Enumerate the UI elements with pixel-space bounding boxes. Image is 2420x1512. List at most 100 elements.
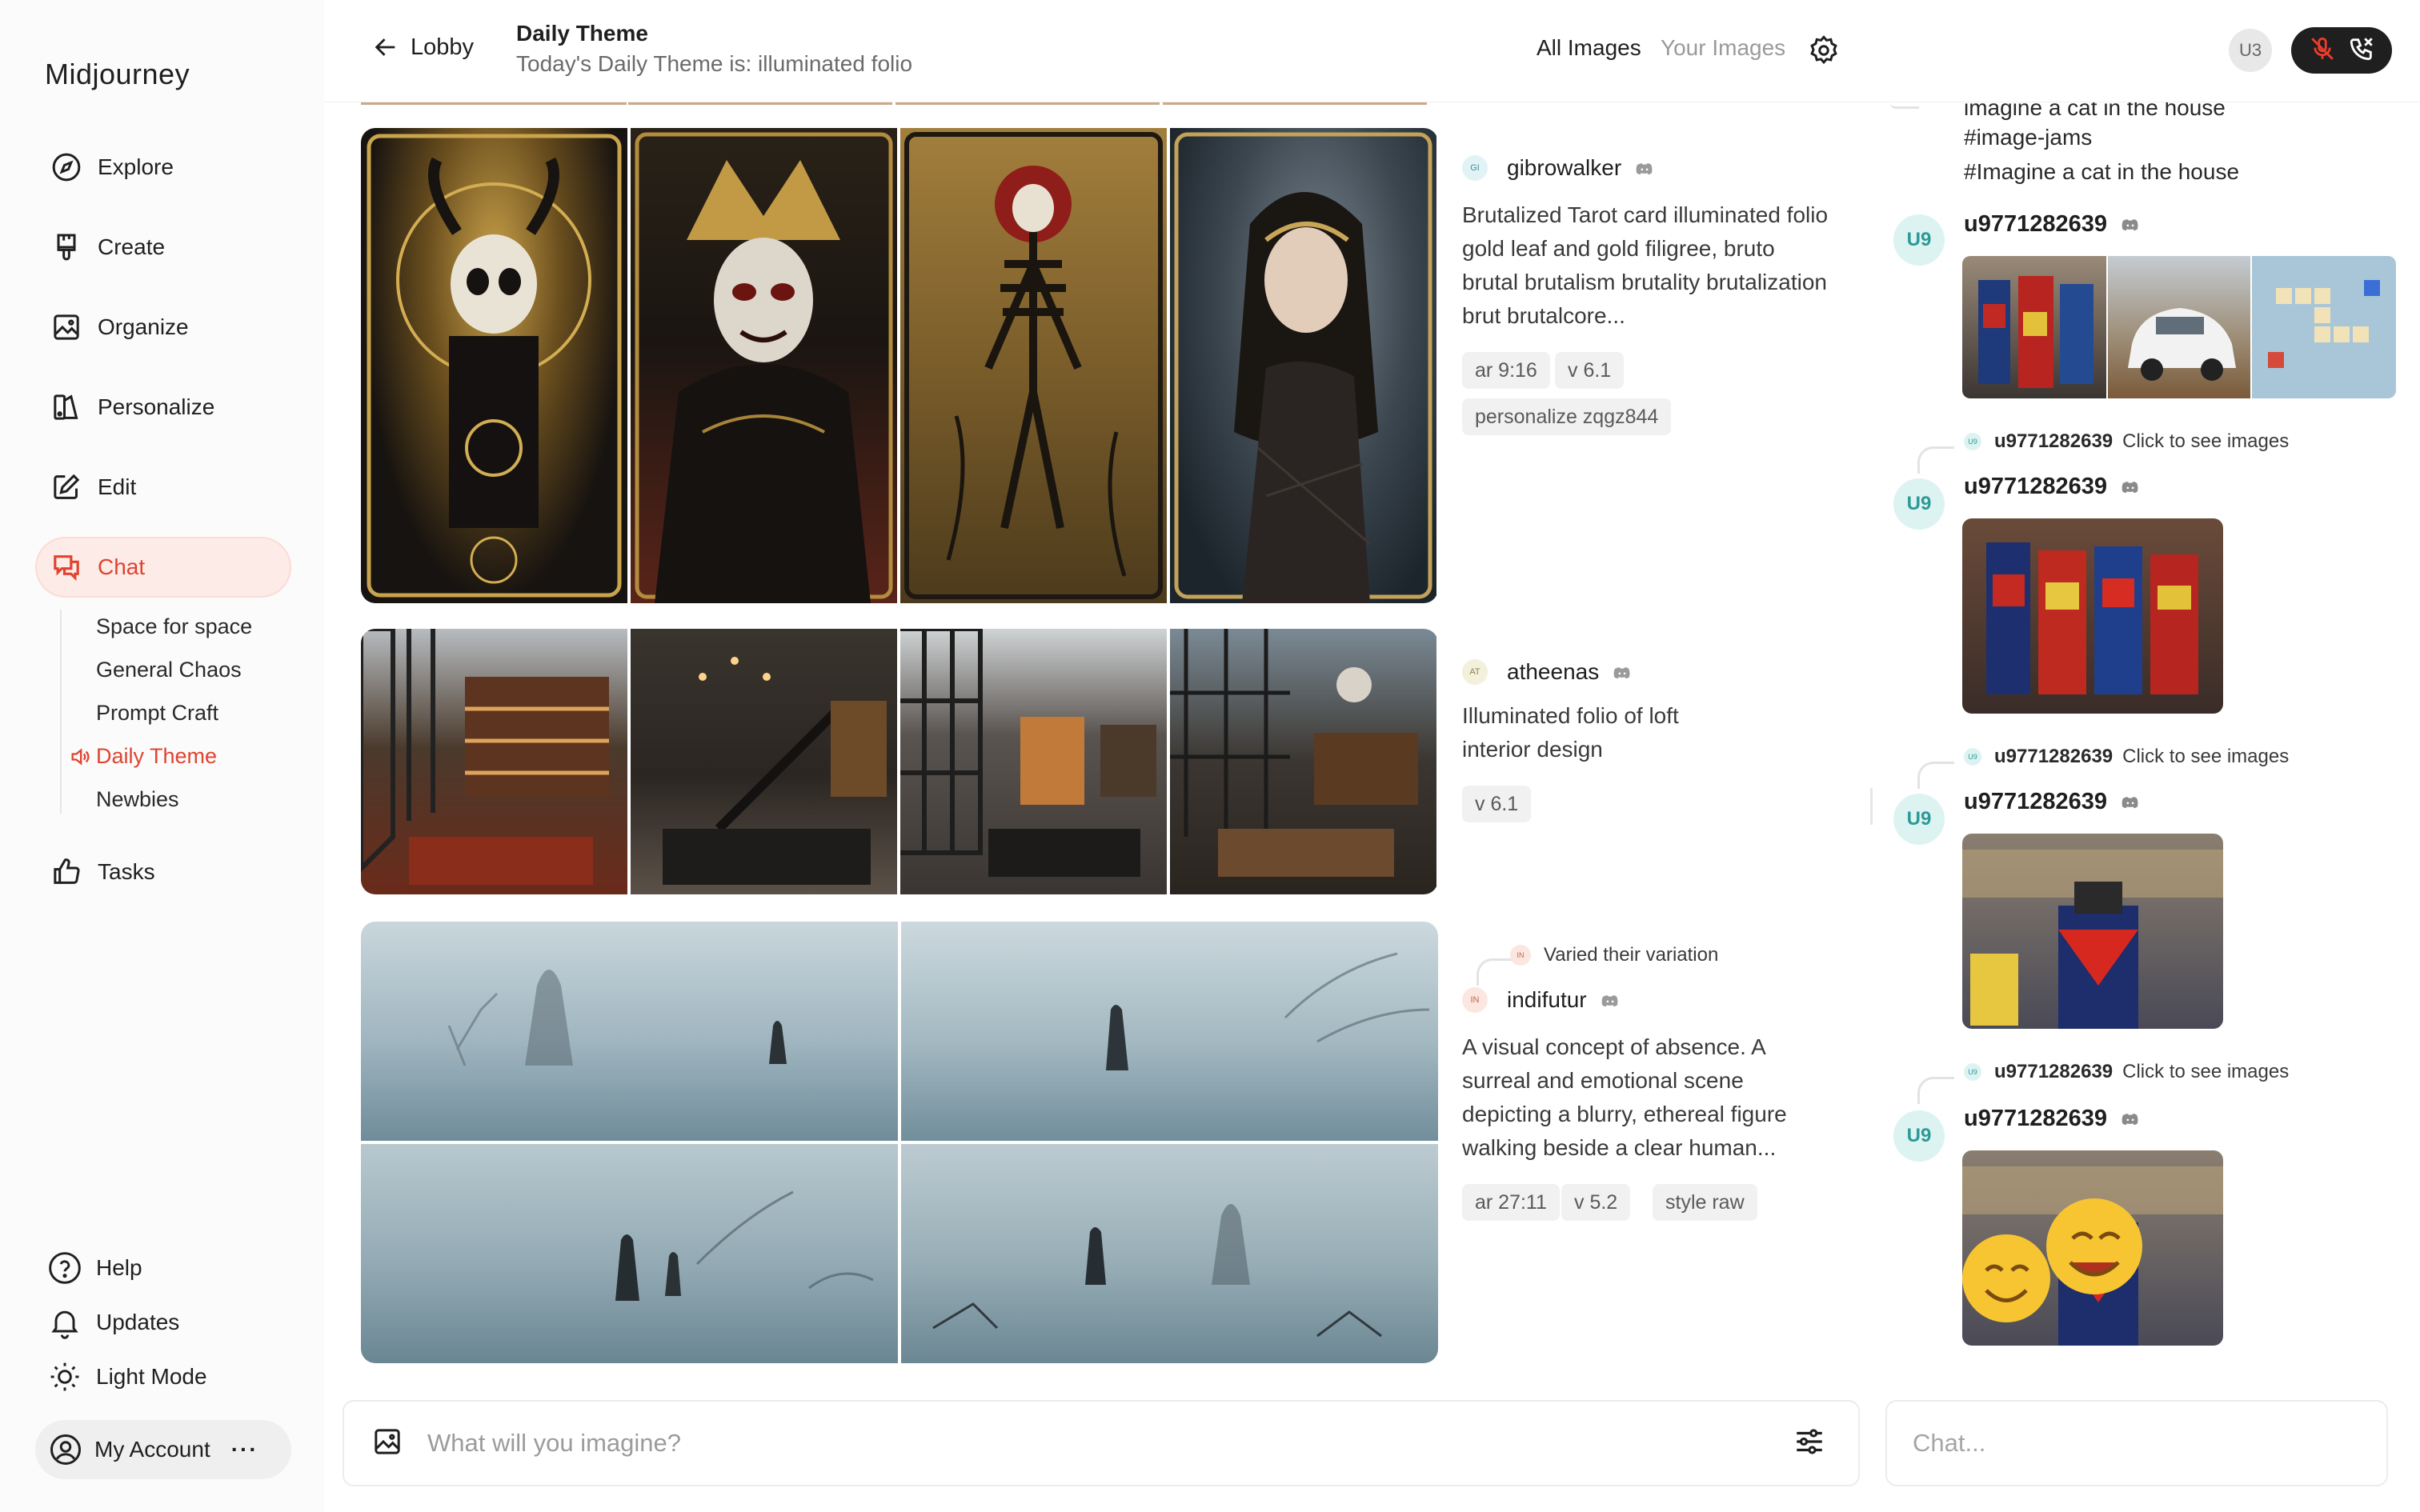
emoji-robot-photo[interactable]	[1962, 1150, 2223, 1346]
white-car-photo[interactable]	[2108, 256, 2250, 398]
author-name: gibrowalker	[1507, 155, 1622, 180]
imagine-input-bar[interactable]: What will you imagine?	[343, 1400, 1860, 1486]
author-name: atheenas	[1507, 659, 1600, 684]
tab-your-images[interactable]: Your Images	[1661, 35, 1785, 61]
back-to-lobby-button[interactable]: Lobby	[372, 34, 474, 61]
phone-hangup-icon[interactable]	[2348, 35, 2375, 66]
foggy-two-figures[interactable]	[361, 1144, 898, 1363]
previous-post-edge	[895, 102, 1160, 105]
chat-user-avatar[interactable]: U9	[1893, 794, 1945, 845]
nav-personalize-label: Personalize	[98, 394, 215, 419]
tarot-skeleton-art	[904, 132, 1163, 599]
param-chip[interactable]: ar 9:16	[1462, 352, 1550, 389]
reply-avatar: U9	[1964, 748, 1981, 766]
foggy-lone-figure[interactable]	[901, 922, 1438, 1141]
post-author[interactable]: GI gibrowalker	[1462, 155, 1653, 181]
robot-toys-photo[interactable]	[1962, 256, 2106, 398]
reply-reference[interactable]: U9 u9771282639 Click to see images	[1964, 1061, 2289, 1083]
user-circle-icon	[48, 1432, 83, 1467]
reply-text: Click to see images	[2122, 746, 2290, 767]
reply-reference[interactable]: U9 u9771282639 Click to see images	[1964, 746, 2289, 768]
room-daily-theme-label: Daily Theme	[96, 744, 218, 768]
reply-connector	[1917, 446, 1954, 474]
reply-username: u9771282639	[1994, 430, 2113, 452]
loft-brick-living-room[interactable]	[900, 629, 1167, 894]
chat-user-avatar[interactable]: U9	[1893, 214, 1945, 266]
nav-edit[interactable]: Edit	[35, 457, 291, 518]
room-prompt-craft[interactable]: Prompt Craft	[96, 701, 218, 726]
compass-icon	[50, 150, 83, 184]
mic-off-icon[interactable]	[2309, 35, 2336, 66]
post-author[interactable]: AT atheenas	[1462, 659, 1631, 685]
back-label: Lobby	[411, 34, 475, 60]
brush-icon	[50, 230, 83, 264]
post-image-grid	[361, 922, 1438, 1363]
loft-library-room[interactable]	[361, 629, 627, 894]
chat-input[interactable]: Chat...	[1885, 1400, 2388, 1486]
speaker-icon	[69, 746, 91, 774]
param-chip[interactable]: v 6.1	[1462, 786, 1532, 822]
nav-create[interactable]: Create	[35, 217, 291, 278]
my-account-button[interactable]: My Account ···	[35, 1420, 291, 1479]
param-chip[interactable]: v 5.2	[1561, 1184, 1631, 1221]
chat-icon	[50, 550, 83, 584]
chat-username[interactable]: u9771282639	[1964, 211, 2139, 238]
toy-shop-robot-art	[1962, 850, 2223, 1029]
room-newbies[interactable]: Newbies	[96, 787, 179, 812]
nav-edit-label: Edit	[98, 474, 137, 499]
chat-username[interactable]: u9771282639	[1964, 474, 2139, 500]
tarot-skull-card[interactable]	[361, 128, 627, 603]
nav-chat[interactable]: Chat	[35, 537, 291, 598]
varied-label: Varied their variation	[1544, 944, 1719, 966]
room-space-for-space[interactable]: Space for space	[96, 614, 252, 639]
sidebar: Midjourney Explore Create Organize Perso…	[0, 0, 324, 1512]
tarot-masked-face-card[interactable]	[631, 128, 897, 603]
chat-username[interactable]: u9771282639	[1964, 1106, 2139, 1132]
gear-icon[interactable]	[1807, 34, 1841, 71]
toy-shop-robot-photo[interactable]	[1962, 834, 2223, 1029]
image-prompt-icon[interactable]	[371, 1426, 403, 1462]
robot-figures-photo[interactable]	[1962, 518, 2223, 714]
personalize-icon	[50, 390, 83, 424]
tarot-woman-card[interactable]	[1170, 128, 1436, 603]
chat-username[interactable]: u9771282639	[1964, 789, 2139, 815]
sliders-icon[interactable]	[1793, 1425, 1826, 1462]
foggy-ghost-figures[interactable]	[361, 922, 898, 1141]
loft-windows-lounge[interactable]	[1170, 629, 1436, 894]
chat-input-placeholder: Chat...	[1913, 1429, 1986, 1457]
scrabble-board-photo[interactable]	[2252, 256, 2396, 398]
param-chip[interactable]: ar 27:11	[1462, 1184, 1560, 1221]
reply-reference[interactable]: U9 u9771282639 Click to see images	[1964, 430, 2289, 453]
help-button[interactable]: Help	[46, 1246, 142, 1290]
nav-organize[interactable]: Organize	[35, 297, 291, 358]
nav-tasks-label: Tasks	[98, 859, 155, 884]
user-avatar[interactable]: U3	[2229, 29, 2272, 72]
param-chip[interactable]: style raw	[1653, 1184, 1757, 1221]
reply-connector	[1917, 762, 1954, 789]
post-prompt: A visual concept of absence. A surreal a…	[1462, 1034, 1787, 1160]
more-options-icon[interactable]: ···	[231, 1437, 258, 1462]
nav-personalize[interactable]: Personalize	[35, 377, 291, 438]
imagine-input[interactable]: What will you imagine?	[427, 1429, 1793, 1458]
light-mode-toggle[interactable]: Light Mode	[46, 1355, 207, 1398]
chat-user-avatar[interactable]: U9	[1893, 478, 1945, 530]
nav-create-label: Create	[98, 234, 166, 259]
tarot-skeleton-card[interactable]	[900, 128, 1167, 603]
nav-explore-label: Explore	[98, 154, 174, 179]
nav-tasks[interactable]: Tasks	[35, 842, 291, 902]
chat-username-label: u9771282639	[1964, 1106, 2107, 1131]
foggy-figure-and-ghost[interactable]	[901, 1144, 1438, 1363]
chat-user-avatar[interactable]: U9	[1893, 1110, 1945, 1162]
post-prompt: Brutalized Tarot card illuminated folio …	[1462, 202, 1829, 328]
post-author[interactable]: IN indifutur	[1462, 987, 1619, 1013]
room-daily-theme[interactable]: Daily Theme	[71, 744, 218, 769]
param-chip[interactable]: personalize zqgz844	[1462, 398, 1672, 435]
brand-logo[interactable]: Midjourney	[45, 58, 190, 91]
tab-all-images[interactable]: All Images	[1537, 35, 1641, 61]
foggy-ghost-art	[447, 970, 787, 1066]
room-general-chaos[interactable]: General Chaos	[96, 658, 242, 682]
nav-explore[interactable]: Explore	[35, 137, 291, 198]
param-chip[interactable]: v 6.1	[1555, 352, 1625, 389]
updates-button[interactable]: Updates	[46, 1301, 179, 1344]
loft-staircase-bedroom[interactable]	[631, 629, 897, 894]
